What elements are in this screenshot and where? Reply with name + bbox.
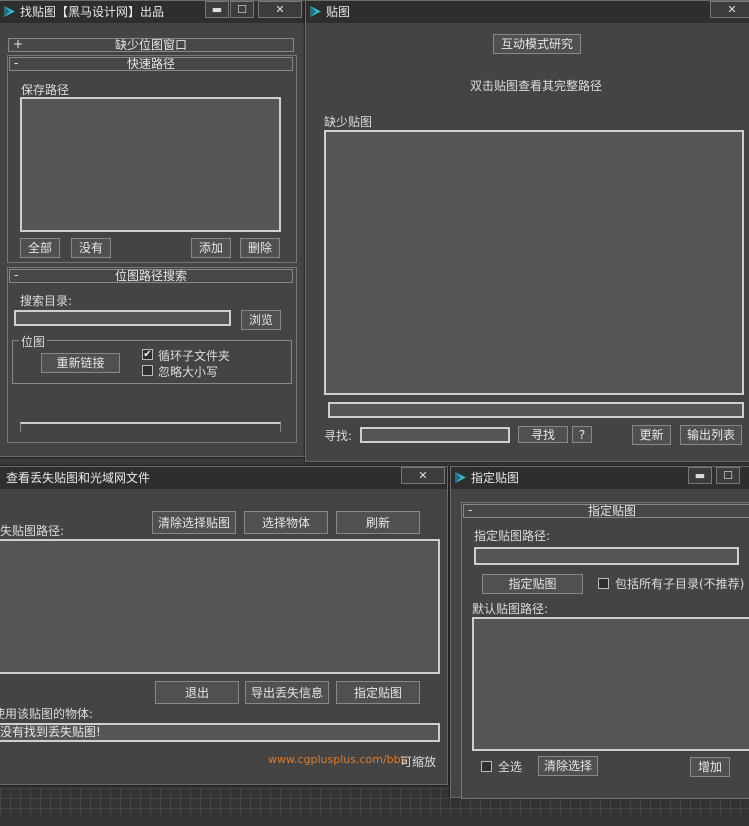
rollout-quick-path-header[interactable]: - 快速路径 <box>9 57 293 71</box>
help-button[interactable]: ? <box>572 426 592 443</box>
forum-link[interactable]: www.cgplusplus.com/bbs <box>268 753 406 766</box>
save-path-label: 保存路径 <box>21 83 70 97</box>
default-path-label: 默认贴图路径: <box>472 602 549 616</box>
select-all-checkbox[interactable] <box>481 761 492 772</box>
missing-files-window: 查看丢失贴图和光域网文件 ✕ 丢失贴图路径: 清除选择贴图 选择物体 刷新 退出… <box>0 466 448 785</box>
include-subdirs-checkbox[interactable] <box>598 578 609 589</box>
browse-button[interactable]: 浏览 <box>241 310 281 330</box>
window-title: 找贴图【黑马设计网】出品 <box>20 5 165 19</box>
relink-button[interactable]: 重新链接 <box>41 353 120 373</box>
app-logo-icon <box>310 6 321 17</box>
window-title: 查看丢失贴图和光域网文件 <box>6 471 151 485</box>
title-bar: 找贴图【黑马设计网】出品 ▬ ☐ ✕ <box>0 1 305 23</box>
select-objects-button[interactable]: 选择物体 <box>244 511 328 534</box>
title-bar: 查看丢失贴图和光域网文件 ✕ <box>0 467 447 489</box>
none-button[interactable]: 没有 <box>71 238 111 258</box>
collapse-icon: - <box>14 56 19 70</box>
path-display <box>328 402 744 418</box>
add-button[interactable]: 添加 <box>191 238 231 258</box>
find-label: 寻找: <box>324 429 353 443</box>
add-button[interactable]: 增加 <box>690 757 730 777</box>
window-title: 指定贴图 <box>471 471 520 485</box>
minimize-button[interactable]: ▬ <box>205 1 229 18</box>
maps-window: 贴图 ✕ 互动模式研究 双击贴图查看其完整路径 缺少贴图 寻找: 寻找 ? 更新… <box>305 0 749 462</box>
update-button[interactable]: 更新 <box>632 425 671 445</box>
assign-path-input[interactable] <box>474 547 739 565</box>
assign-map-button[interactable]: 指定贴图 <box>482 574 583 594</box>
collapse-icon: - <box>468 503 473 517</box>
exit-button[interactable]: 退出 <box>155 681 239 704</box>
missing-maps-list[interactable] <box>324 130 744 395</box>
bitmap-group: 位图 重新链接 ✔ 循环子文件夹 忽略大小写 <box>12 333 292 384</box>
rollout-title: 指定贴图 <box>587 504 636 518</box>
resizable-label: 可缩放 <box>400 755 437 769</box>
maximize-button[interactable]: ☐ <box>716 467 740 484</box>
window-title: 贴图 <box>326 5 351 19</box>
rollout-assign-map-header[interactable]: - 指定贴图 <box>463 504 749 518</box>
select-all-label: 全选 <box>498 760 523 774</box>
find-input[interactable] <box>360 427 510 443</box>
minimize-button[interactable]: ▬ <box>688 467 712 484</box>
search-dir-input[interactable] <box>14 310 231 326</box>
include-subdirs-label: 包括所有子目录(不推荐) <box>615 577 745 591</box>
find-map-window: 找贴图【黑马设计网】出品 ▬ ☐ ✕ + 缺少位图窗口 - 快速路径 保存路径 … <box>0 0 306 457</box>
default-path-list[interactable] <box>472 617 749 751</box>
bitmap-group-label: 位图 <box>19 333 48 350</box>
maximize-button[interactable]: ☐ <box>230 1 254 18</box>
missing-path-list[interactable] <box>0 539 440 674</box>
app-logo-icon <box>4 6 15 17</box>
rollout-title: 快速路径 <box>126 57 175 71</box>
status-field: 没有找到丢失贴图! <box>0 723 440 742</box>
close-button[interactable]: ✕ <box>710 1 749 18</box>
assign-map-button[interactable]: 指定贴图 <box>336 681 420 704</box>
ignore-case-checkbox[interactable] <box>142 365 153 376</box>
app-logo-icon <box>455 472 466 483</box>
recursive-label: 循环子文件夹 <box>158 349 231 363</box>
rollout-assign-map: - 指定贴图 指定贴图路径: 指定贴图 包括所有子目录(不推荐) 默认贴图路径:… <box>461 502 749 799</box>
assign-path-label: 指定贴图路径: <box>474 529 551 543</box>
rollout-title: 缺少位图窗口 <box>114 38 187 52</box>
assign-map-window: 指定贴图 ▬ ☐ - 指定贴图 指定贴图路径: 指定贴图 包括所有子目录(不推荐… <box>450 466 749 799</box>
missing-maps-label: 缺少贴图 <box>324 115 373 129</box>
all-button[interactable]: 全部 <box>20 238 60 258</box>
rollout-bitmap-search-header[interactable]: - 位图路径搜索 <box>9 269 293 283</box>
export-missing-info-button[interactable]: 导出丢失信息 <box>245 681 329 704</box>
rollout-missing-bitmap-header[interactable]: + 缺少位图窗口 <box>8 38 294 52</box>
interactive-mode-button[interactable]: 互动模式研究 <box>493 34 581 54</box>
hint-text: 双击贴图查看其完整路径 <box>470 79 603 93</box>
progress-bar <box>20 422 281 432</box>
rollout-quick-path: - 快速路径 保存路径 全部 没有 添加 删除 <box>7 55 297 263</box>
save-path-list[interactable] <box>20 97 281 232</box>
export-list-button[interactable]: 输出列表 <box>680 425 742 445</box>
ignore-case-label: 忽略大小写 <box>158 365 219 379</box>
clear-selection-button[interactable]: 清除选择 <box>538 756 598 776</box>
find-button[interactable]: 寻找 <box>518 426 568 443</box>
close-button[interactable]: ✕ <box>258 1 302 18</box>
title-bar: 指定贴图 ▬ ☐ <box>451 467 749 489</box>
collapse-icon: - <box>14 268 19 282</box>
delete-button[interactable]: 删除 <box>240 238 280 258</box>
expand-icon: + <box>13 37 24 51</box>
rollout-bitmap-search: - 位图路径搜索 搜索目录: 浏览 位图 重新链接 ✔ 循环子文件夹 忽略大小写 <box>7 267 297 443</box>
recursive-checkbox[interactable]: ✔ <box>142 349 153 360</box>
search-dir-label: 搜索目录: <box>20 294 73 308</box>
refresh-button[interactable]: 刷新 <box>336 511 420 534</box>
clear-selected-maps-button[interactable]: 清除选择贴图 <box>152 511 236 534</box>
title-bar: 贴图 ✕ <box>306 1 749 23</box>
objects-using-map-label: 使用该贴图的物体: <box>0 707 94 721</box>
close-button[interactable]: ✕ <box>401 467 445 484</box>
rollout-title: 位图路径搜索 <box>114 269 187 283</box>
missing-path-label: 丢失贴图路径: <box>0 524 65 538</box>
